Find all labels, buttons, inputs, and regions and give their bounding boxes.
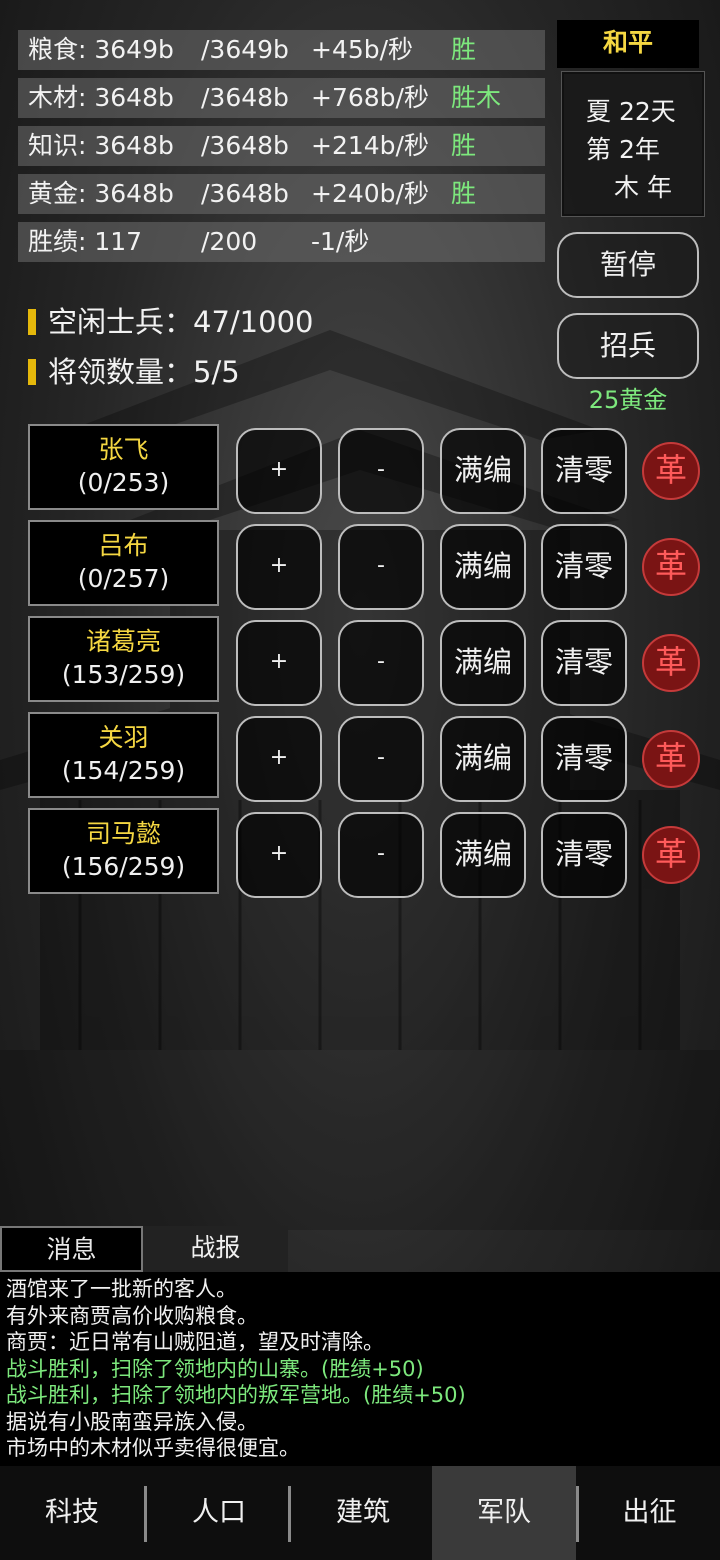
general-name: 诸葛亮 [85, 627, 161, 656]
add-troops-button[interactable]: + [236, 428, 322, 514]
recruit-cost-label: 25黄金 [588, 386, 668, 414]
resource-cap: /3649b [201, 35, 289, 64]
nav-army[interactable]: 军队 [432, 1466, 576, 1560]
general-card[interactable]: 吕布 (0/257) [28, 520, 219, 606]
peace-status-badge: 和平 [557, 20, 699, 68]
add-troops-button[interactable]: + [236, 812, 322, 898]
remove-troops-button[interactable]: - [338, 524, 424, 610]
general-name: 张飞 [98, 435, 149, 464]
add-troops-button[interactable]: + [236, 620, 322, 706]
remove-troops-button[interactable]: - [338, 716, 424, 802]
log-line: 战斗胜利，扫除了领地内的叛军营地。(胜绩+50) [6, 1383, 466, 1407]
resource-cap: /200 [201, 227, 258, 256]
resource-name: 胜绩: 117 [28, 227, 143, 256]
dismiss-general-button[interactable]: 革 [642, 538, 700, 596]
clear-troops-button[interactable]: 清零 [541, 524, 627, 610]
general-card[interactable]: 张飞 (0/253) [28, 424, 219, 510]
recruit-button[interactable]: 招兵 [557, 313, 699, 379]
marker-bar-icon [28, 359, 36, 385]
log-line: 市场中的木材似乎卖得很便宜。 [6, 1436, 300, 1460]
fill-troops-button[interactable]: 满编 [440, 428, 526, 514]
resource-rate: +214b/秒 [311, 131, 429, 160]
marker-bar-icon [28, 309, 36, 335]
general-row-zhangfei: 张飞 (0/253) + - 满编 清零 革 [0, 424, 720, 514]
resource-row-knowledge: 知识: 3648b /3648b +214b/秒 胜 [18, 126, 545, 166]
resource-name: 黄金: 3648b [28, 179, 174, 208]
nav-population[interactable]: 人口 [147, 1466, 291, 1560]
log-line: 战斗胜利，扫除了领地内的山寨。(胜绩+50) [6, 1356, 424, 1381]
general-name: 吕布 [98, 531, 149, 560]
log-line: 酒馆来了一批新的客人。 [6, 1277, 237, 1301]
resource-rate: +768b/秒 [311, 83, 429, 112]
tab-messages[interactable]: 消息 [0, 1226, 143, 1272]
clear-troops-button[interactable]: 清零 [541, 812, 627, 898]
nav-buildings[interactable]: 建筑 [291, 1466, 435, 1560]
general-troops: (0/257) [77, 564, 170, 593]
clear-troops-button[interactable]: 清零 [541, 716, 627, 802]
general-troops: (0/253) [77, 468, 170, 497]
resource-rate: +240b/秒 [311, 179, 429, 208]
season-day-label: 夏 22天 [586, 97, 676, 126]
pause-button[interactable]: 暂停 [557, 232, 699, 298]
nav-expedition[interactable]: 出征 [579, 1466, 720, 1560]
remove-troops-button[interactable]: - [338, 620, 424, 706]
general-troops: (153/259) [61, 660, 186, 689]
general-row-zhugeliang: 诸葛亮 (153/259) + - 满编 清零 革 [0, 616, 720, 706]
add-troops-button[interactable]: + [236, 716, 322, 802]
resource-cap: /3648b [201, 83, 289, 112]
fill-troops-button[interactable]: 满编 [440, 620, 526, 706]
remove-troops-button[interactable]: - [338, 812, 424, 898]
fill-troops-button[interactable]: 满编 [440, 812, 526, 898]
fill-troops-button[interactable]: 满编 [440, 716, 526, 802]
calendar-panel: 夏 22天 第 2年 木 年 [561, 71, 705, 217]
dismiss-general-button[interactable]: 革 [642, 634, 700, 692]
resource-row-victory: 胜绩: 117 /200 -1/秒 [18, 222, 545, 262]
general-row-lvbu: 吕布 (0/257) + - 满编 清零 革 [0, 520, 720, 610]
general-card[interactable]: 诸葛亮 (153/259) [28, 616, 219, 702]
clear-troops-button[interactable]: 清零 [541, 620, 627, 706]
resource-name: 粮食: 3649b [28, 35, 174, 64]
resource-row-wood: 木材: 3648b /3648b +768b/秒 胜木 [18, 78, 545, 118]
element-year-label: 木 年 [614, 173, 672, 202]
dismiss-general-button[interactable]: 革 [642, 442, 700, 500]
general-name: 关羽 [98, 723, 149, 752]
general-count-line: 将领数量：5/5 [28, 355, 240, 389]
resource-row-gold: 黄金: 3648b /3648b +240b/秒 胜 [18, 174, 545, 214]
general-troops: (156/259) [61, 852, 186, 881]
resource-tag: 胜木 [451, 83, 502, 112]
general-troops: (154/259) [61, 756, 186, 785]
resource-name: 知识: 3648b [28, 131, 174, 160]
log-line: 有外来商贾高价收购粮食。 [6, 1303, 258, 1328]
resource-cap: /3648b [201, 131, 289, 160]
general-name: 司马懿 [85, 819, 161, 848]
general-row-simayi: 司马懿 (156/259) + - 满编 清零 革 [0, 808, 720, 898]
general-card[interactable]: 关羽 (154/259) [28, 712, 219, 798]
resource-tag: 胜 [451, 179, 477, 208]
general-card[interactable]: 司马懿 (156/259) [28, 808, 219, 894]
general-row-guanyu: 关羽 (154/259) + - 满编 清零 革 [0, 712, 720, 802]
bottom-nav: 科技 人口 建筑 军队 出征 [0, 1466, 720, 1560]
general-count-text: 将领数量：5/5 [48, 355, 240, 389]
resource-rate: +45b/秒 [311, 35, 414, 64]
resource-rate: -1/秒 [311, 227, 370, 256]
remove-troops-button[interactable]: - [338, 428, 424, 514]
log-line: 商贾：近日常有山贼阻道，望及时清除。 [6, 1330, 384, 1354]
resource-row-food: 粮食: 3649b /3649b +45b/秒 胜 [18, 30, 545, 70]
resource-tag: 胜 [451, 35, 477, 64]
clear-troops-button[interactable]: 清零 [541, 428, 627, 514]
tab-battle-reports[interactable]: 战报 [143, 1226, 288, 1272]
fill-troops-button[interactable]: 满编 [440, 524, 526, 610]
nav-tech[interactable]: 科技 [0, 1466, 144, 1560]
idle-soldiers-line: 空闲士兵：47/1000 [28, 305, 313, 339]
resource-name: 木材: 3648b [28, 83, 174, 112]
dismiss-general-button[interactable]: 革 [642, 826, 700, 884]
log-line: 据说有小股南蛮异族入侵。 [6, 1409, 258, 1434]
resource-cap: /3648b [201, 179, 289, 208]
idle-soldiers-text: 空闲士兵：47/1000 [48, 305, 314, 339]
message-log[interactable]: 酒馆来了一批新的客人。 有外来商贾高价收购粮食。 商贾：近日常有山贼阻道，望及时… [0, 1272, 720, 1466]
year-label: 第 2年 [586, 135, 660, 164]
dismiss-general-button[interactable]: 革 [642, 730, 700, 788]
add-troops-button[interactable]: + [236, 524, 322, 610]
resource-tag: 胜 [451, 131, 477, 160]
